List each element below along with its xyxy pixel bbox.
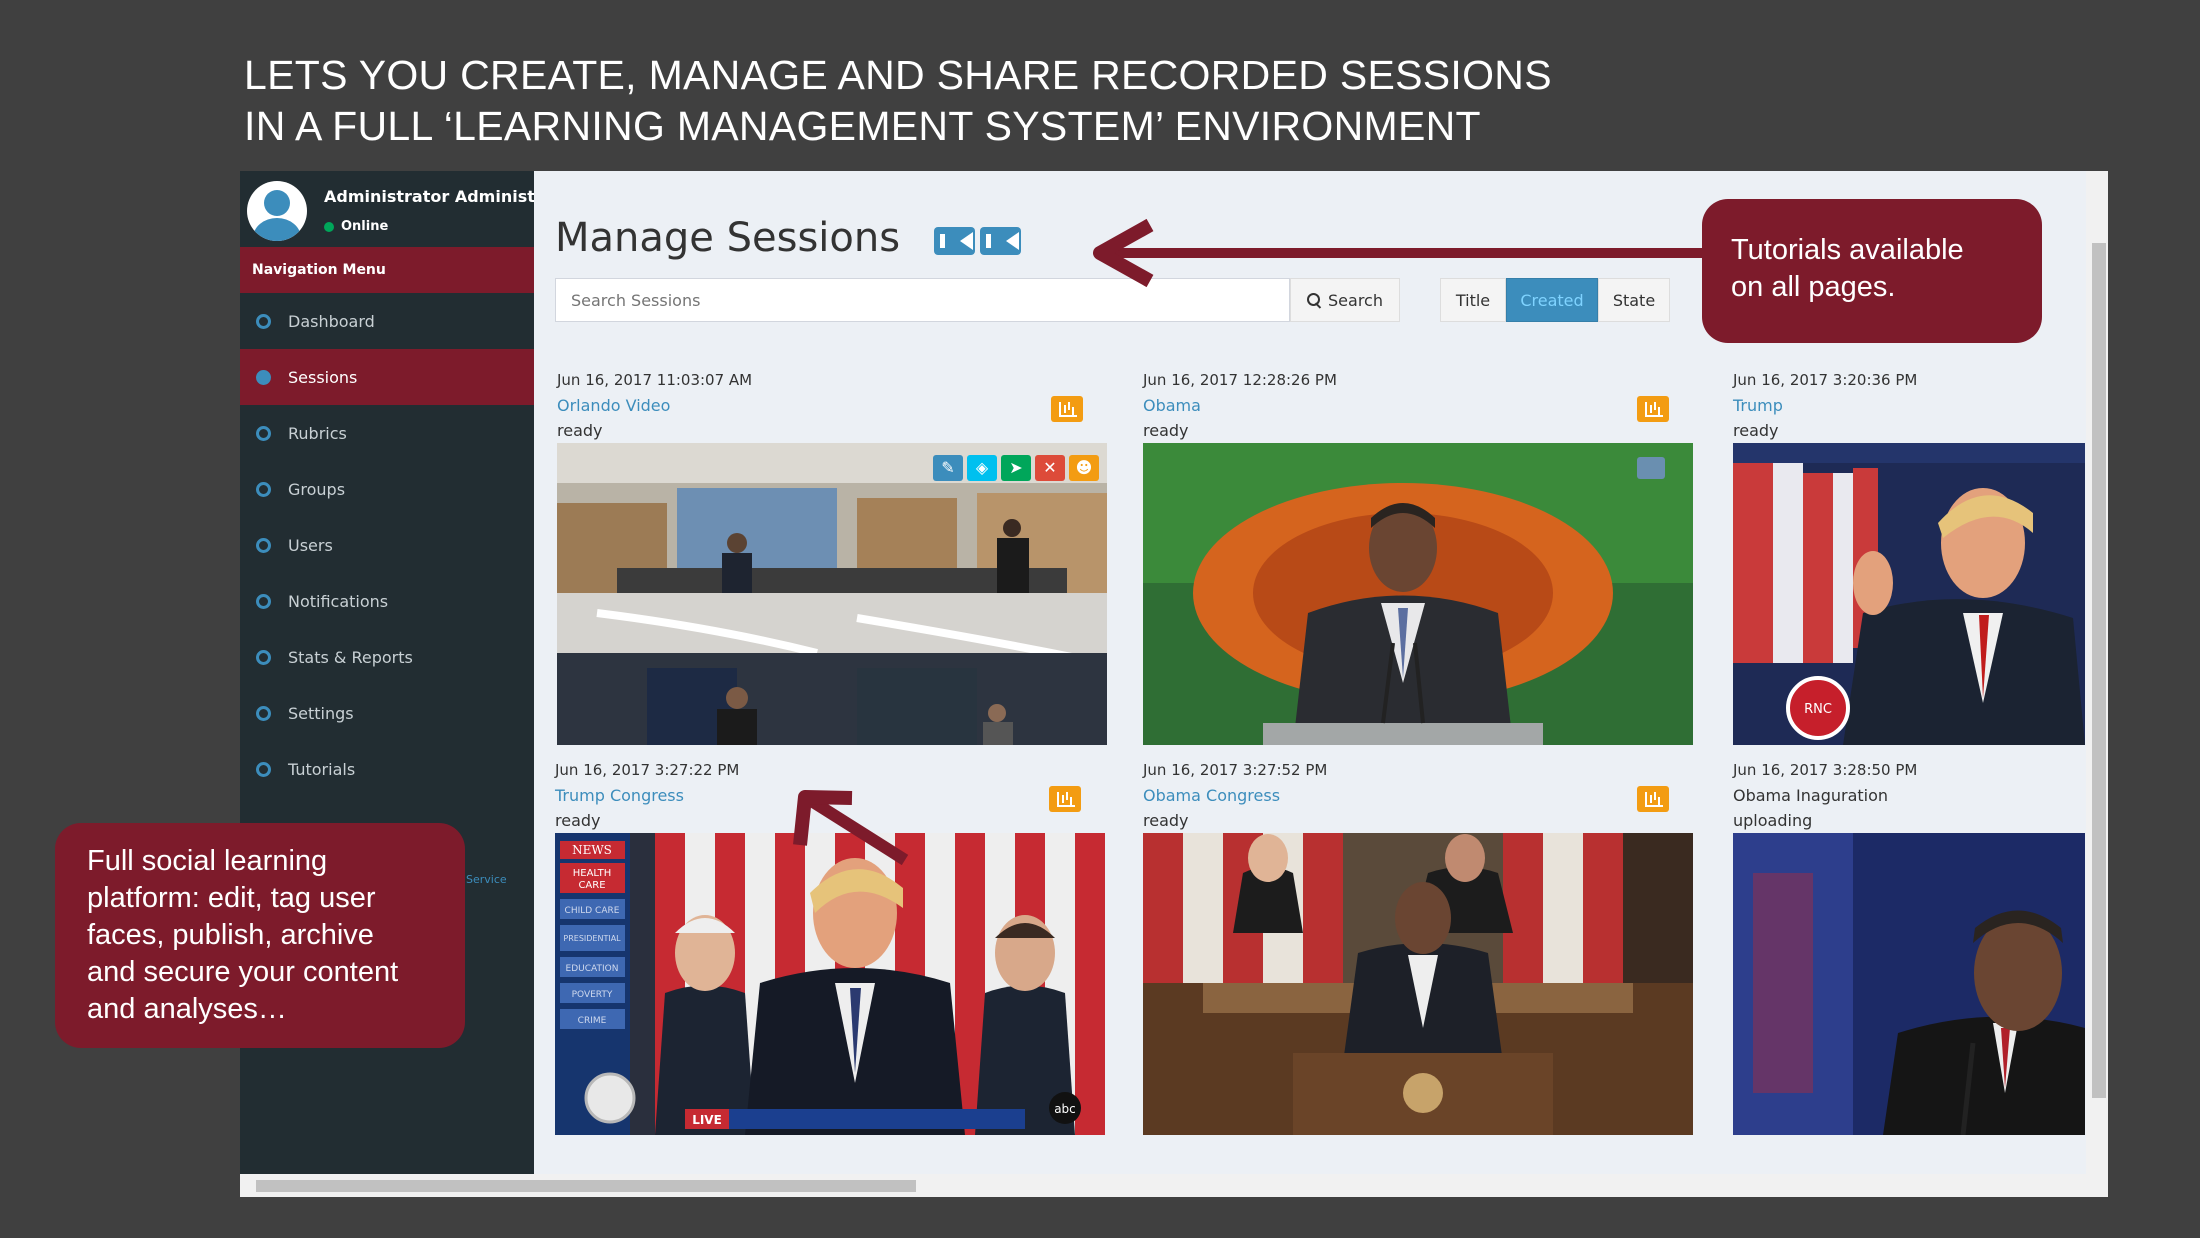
social-learning-callout: Full social learning platform: edit, tag… (55, 823, 465, 1048)
callout-line: faces, publish, archive (87, 919, 374, 951)
callout-line: platform: edit, tag user (87, 882, 376, 914)
callout-arrows (793, 218, 1702, 866)
callout-line: Tutorials available (1731, 234, 1964, 266)
callout-line: and analyses… (87, 993, 287, 1025)
tutorials-callout: Tutorials available on all pages. (1702, 199, 2042, 343)
callout-line: on all pages. (1731, 271, 1896, 303)
callout-line: Full social learning (87, 845, 328, 877)
callout-line: and secure your content (87, 956, 399, 988)
arrow-to-thumbnails (806, 794, 909, 866)
